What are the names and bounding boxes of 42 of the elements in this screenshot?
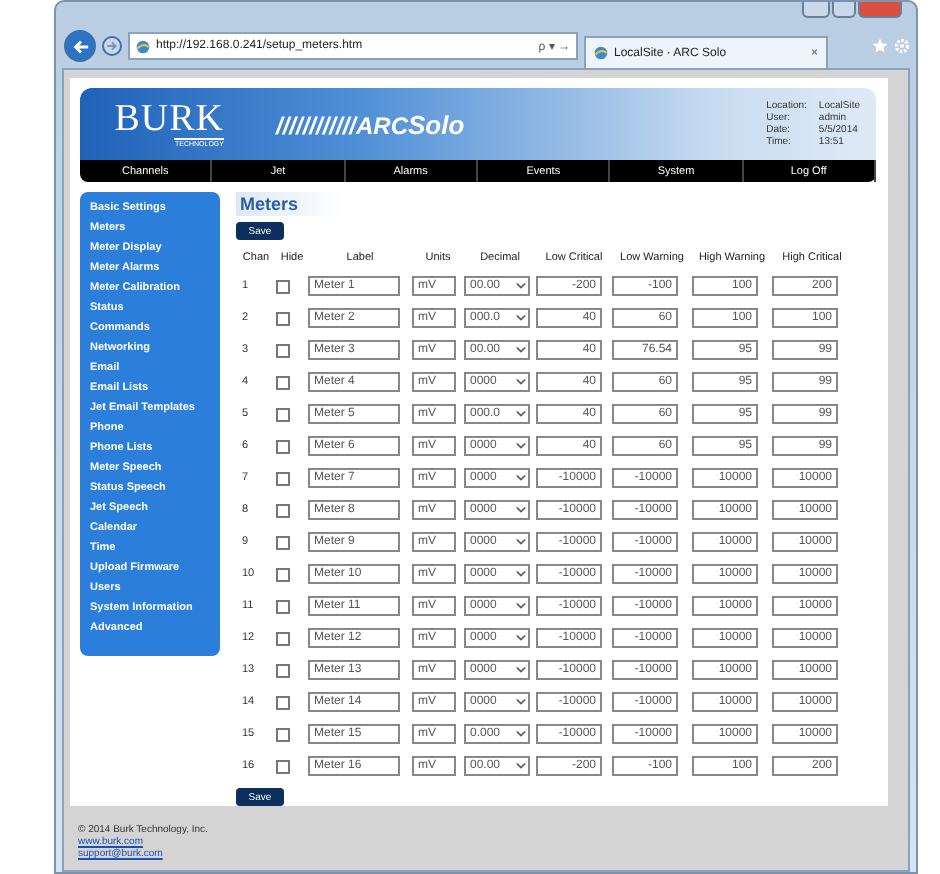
forward-arrow-icon	[106, 40, 118, 52]
minimize-button[interactable]	[802, 2, 830, 18]
chevron-down-icon	[516, 698, 526, 706]
hide-checkbox[interactable]	[276, 407, 290, 421]
chevron-down-icon	[516, 570, 526, 578]
chevron-down-icon	[516, 346, 526, 354]
chevron-down-icon	[516, 378, 526, 386]
hide-checkbox[interactable]	[276, 375, 290, 389]
chevron-down-icon	[516, 474, 526, 482]
chevron-down-icon	[516, 666, 526, 674]
hide-checkbox[interactable]	[276, 343, 290, 357]
chevron-down-icon	[516, 282, 526, 290]
hide-checkbox[interactable]	[276, 759, 290, 773]
hide-checkbox[interactable]	[276, 279, 290, 293]
back-arrow-icon	[71, 37, 89, 55]
hide-checkbox[interactable]	[276, 471, 290, 485]
maximize-button[interactable]	[832, 2, 856, 18]
chevron-down-icon	[516, 730, 526, 738]
chevron-down-icon	[516, 442, 526, 450]
chevron-down-icon	[516, 634, 526, 642]
hide-checkbox[interactable]	[276, 311, 290, 325]
hide-checkbox[interactable]	[276, 567, 290, 581]
chevron-down-icon	[516, 314, 526, 322]
hide-checkbox[interactable]	[276, 631, 290, 645]
forward-button[interactable]	[102, 36, 122, 56]
hide-checkbox[interactable]	[276, 535, 290, 549]
hide-checkbox[interactable]	[276, 503, 290, 517]
chevron-down-icon	[516, 506, 526, 514]
page-icon	[594, 46, 608, 60]
hide-checkbox[interactable]	[276, 599, 290, 613]
hide-checkbox[interactable]	[276, 663, 290, 677]
hide-checkbox[interactable]	[276, 439, 290, 453]
chevron-down-icon	[516, 762, 526, 770]
chevron-down-icon	[516, 410, 526, 418]
hide-checkbox[interactable]	[276, 727, 290, 741]
product-name: ////////////ARCSolo	[276, 109, 467, 140]
page-icon	[136, 39, 150, 53]
star-icon[interactable]	[872, 38, 888, 54]
hide-checkbox[interactable]	[276, 695, 290, 709]
chevron-down-icon	[516, 538, 526, 546]
chevron-down-icon	[516, 602, 526, 610]
back-button[interactable]	[64, 30, 96, 62]
